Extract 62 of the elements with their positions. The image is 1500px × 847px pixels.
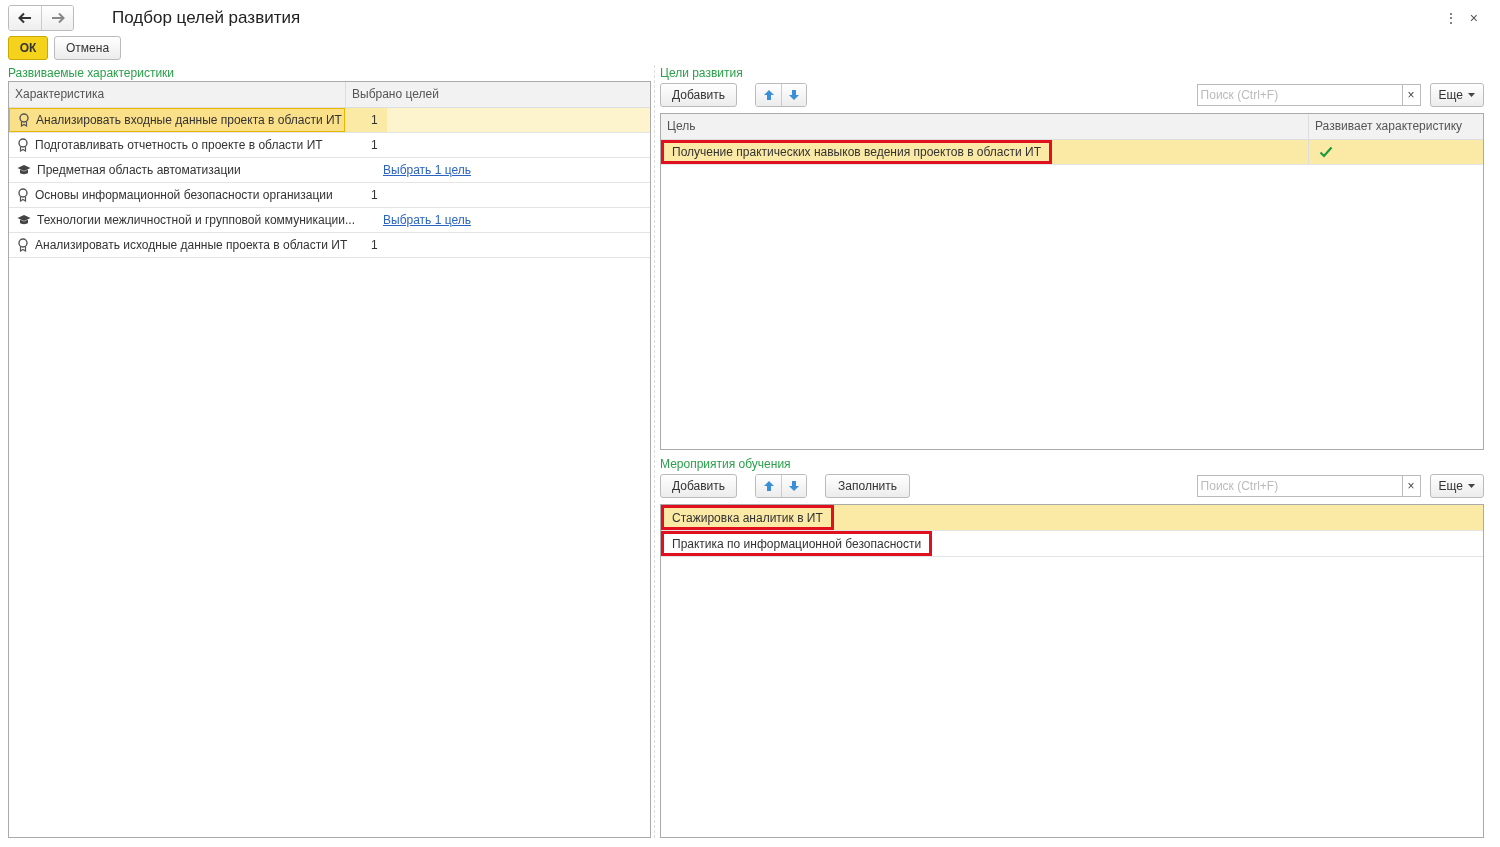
more-button[interactable]: Еще <box>1429 474 1484 498</box>
move-up-button[interactable] <box>756 84 782 106</box>
table-cell: Подготавливать отчетность о проекте в области ИТ <box>35 138 323 152</box>
back-button[interactable] <box>9 6 41 30</box>
column-header: Развивает характеристику <box>1308 114 1483 139</box>
add-button[interactable]: Добавить <box>660 83 738 107</box>
move-down-button[interactable] <box>781 84 807 106</box>
table-cell: Анализировать входные данные проекта в области ИТ <box>36 113 342 127</box>
search-field[interactable]: Поиск (Ctrl+F) <box>1196 475 1403 497</box>
table-row[interactable]: Анализировать входные данные проекта в области ИТ 1 <box>9 108 650 133</box>
medal-icon <box>17 238 29 252</box>
more-menu-button[interactable]: ⋮ <box>1437 10 1464 26</box>
table-row[interactable]: Анализировать исходные данные проекта в области ИТ 1 <box>9 233 650 258</box>
add-button[interactable]: Добавить <box>660 474 738 498</box>
column-header: Характеристика <box>14 86 106 103</box>
column-header: Выбрано целей <box>345 82 650 107</box>
medal-icon <box>17 138 29 152</box>
column-header: Цель <box>666 118 697 135</box>
medal-icon <box>18 113 30 127</box>
table-cell: Практика по информационной безопасности <box>661 531 933 556</box>
table-row[interactable]: Стажировка аналитик в ИТ <box>661 505 1483 531</box>
table-row[interactable]: Подготавливать отчетность о проекте в области ИТ 1 <box>9 133 650 158</box>
table-cell: Стажировка аналитик в ИТ <box>661 505 834 530</box>
section-title: Цели развития <box>660 65 744 81</box>
section-title: Мероприятия обучения <box>660 456 792 472</box>
cancel-button[interactable]: Отмена <box>54 36 122 60</box>
choose-goal-link[interactable]: Выбрать 1 цель <box>383 213 471 227</box>
up-arrow-icon <box>762 89 775 101</box>
ok-button[interactable]: ОК <box>8 36 48 60</box>
caret-icon <box>1468 93 1475 97</box>
table-cell: Получение практических навыков ведения проектов в области ИТ <box>661 140 1053 164</box>
table-cell: Анализировать исходные данные проекта в области ИТ <box>35 238 348 252</box>
search-field[interactable]: Поиск (Ctrl+F) <box>1196 84 1403 106</box>
more-button[interactable]: Еще <box>1429 83 1484 107</box>
table-cell-text: 1 <box>371 188 379 202</box>
up-arrow-icon <box>762 480 775 492</box>
section-title: Развиваемые характеристики <box>8 65 176 81</box>
window-title: Подбор целей развития <box>112 8 301 28</box>
choose-goal-link[interactable]: Выбрать 1 цель <box>383 163 471 177</box>
down-arrow-icon <box>788 89 801 101</box>
table-cell-text: 1 <box>371 113 379 127</box>
right-arrow-icon <box>50 12 65 24</box>
close-button[interactable]: × <box>1463 10 1484 26</box>
move-down-button[interactable] <box>781 475 807 497</box>
table-cell-text: 1 <box>371 238 379 252</box>
medal-icon <box>17 188 29 202</box>
move-up-button[interactable] <box>756 475 782 497</box>
table-cell: Технологии межличностной и групповой коммуникации... <box>37 213 355 227</box>
table-row[interactable]: Получение практических навыков ведения проектов в области ИТ <box>661 140 1483 165</box>
caret-icon <box>1468 484 1475 488</box>
table-cell: Основы информационной безопасности организации <box>35 188 333 202</box>
table-row[interactable]: Практика по информационной безопасности <box>661 531 1483 557</box>
table-cell-text: 1 <box>371 138 379 152</box>
left-arrow-icon <box>18 12 32 24</box>
table-row[interactable]: Основы информационной безопасности организации 1 <box>9 183 650 208</box>
table-cell: Предметная область автоматизации <box>37 163 241 177</box>
fill-button[interactable]: Заполнить <box>825 474 910 498</box>
table-row[interactable]: Предметная область автоматизации Выбрать 1 цель <box>9 158 650 183</box>
graduation-cap-icon <box>17 164 31 176</box>
down-arrow-icon <box>788 480 801 492</box>
table-row[interactable]: Технологии межличностной и групповой коммуникации... Выбрать 1 цель <box>9 208 650 233</box>
graduation-cap-icon <box>17 214 31 226</box>
